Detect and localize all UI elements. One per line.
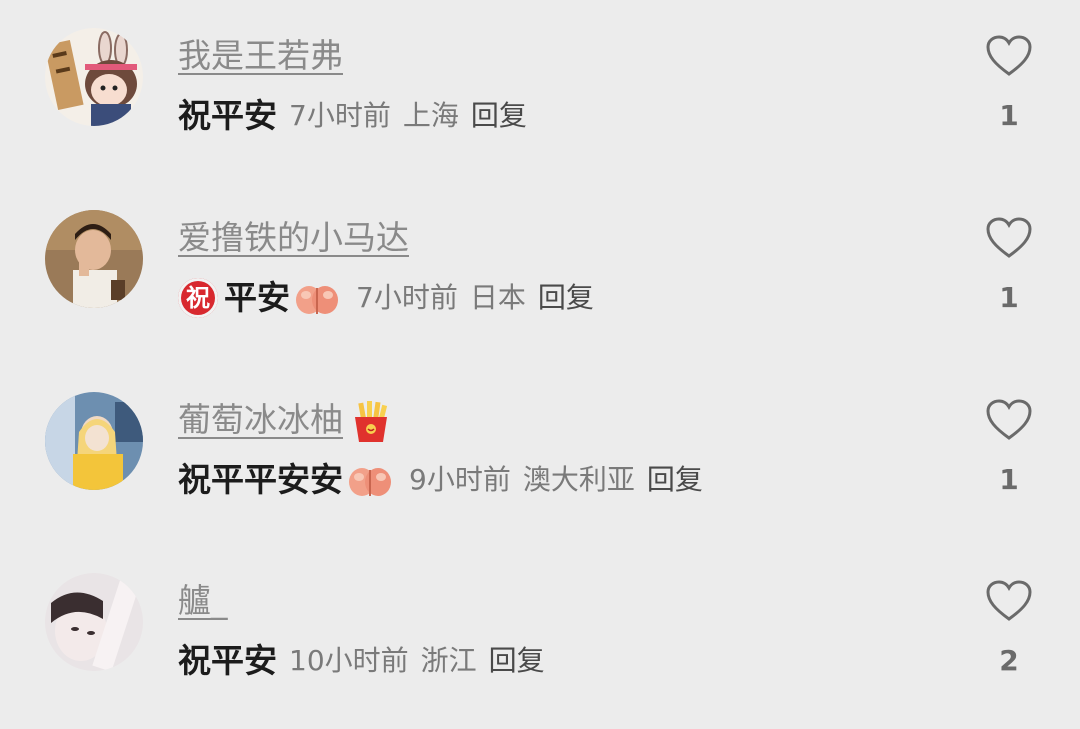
like-count: 1 [999,463,1019,496]
comment-text: 祝平安 [178,96,277,135]
heart-icon[interactable] [985,34,1033,78]
comment-body: 祝平安 10小时前 浙江 回复 [178,639,545,683]
comment-body: 祝平平安安 9小时前 澳大利亚 回复 [178,458,703,502]
comment-item: 艫_ 祝平安 10小时前 浙江 回复 2 [0,557,1080,697]
heart-icon[interactable] [985,216,1033,260]
comment-location: 浙江 [420,644,477,677]
reply-button[interactable]: 回复 [489,639,545,683]
username-text: 葡萄冰冰柚 [178,400,343,439]
comment-text: 平安 [224,278,290,317]
user-avatar[interactable] [45,392,143,490]
comment-time: 7小时前 [289,99,391,132]
reply-button[interactable]: 回复 [538,276,594,320]
reply-button[interactable]: 回复 [647,458,703,502]
comment-time: 7小时前 [356,281,458,314]
comment-location: 日本 [469,281,526,314]
like-count: 1 [999,281,1019,314]
comment-item: 葡萄冰冰柚 祝平平安安 9小时前 澳大利亚 回复 1 [0,376,1080,516]
comment-body: 祝平安 7小时前 上海 回复 [178,94,527,138]
username-link[interactable]: 我是王若弗 [178,36,343,76]
like-count: 1 [999,99,1019,132]
comment-body: 祝 平安 7小时前 日本 回复 [178,276,594,320]
heart-icon[interactable] [985,398,1033,442]
username-link[interactable]: 爱撸铁的小马达 [178,218,409,258]
user-avatar[interactable] [45,28,143,126]
comment-time: 10小时前 [289,644,409,677]
blessing-badge-icon: 祝 [178,278,218,318]
french-fries-icon [351,400,391,443]
folded-hands-icon [347,462,393,498]
comment-item: 爱撸铁的小马达 祝 平安 7小时前 日本 回复 1 [0,194,1080,334]
comment-text: 祝平平安安 [178,460,343,499]
comment-time: 9小时前 [409,463,511,496]
user-avatar[interactable] [45,573,143,671]
comment-item: 我是王若弗 祝平安 7小时前 上海 回复 1 [0,12,1080,152]
comment-location: 澳大利亚 [522,463,635,496]
reply-button[interactable]: 回复 [471,94,527,138]
username-link[interactable]: 葡萄冰冰柚 [178,400,391,443]
user-avatar[interactable] [45,210,143,308]
heart-icon[interactable] [985,579,1033,623]
comment-location: 上海 [402,99,459,132]
like-count: 2 [999,644,1019,677]
username-link[interactable]: 艫_ [178,581,228,621]
folded-hands-icon [294,280,340,316]
comment-text: 祝平安 [178,641,277,680]
